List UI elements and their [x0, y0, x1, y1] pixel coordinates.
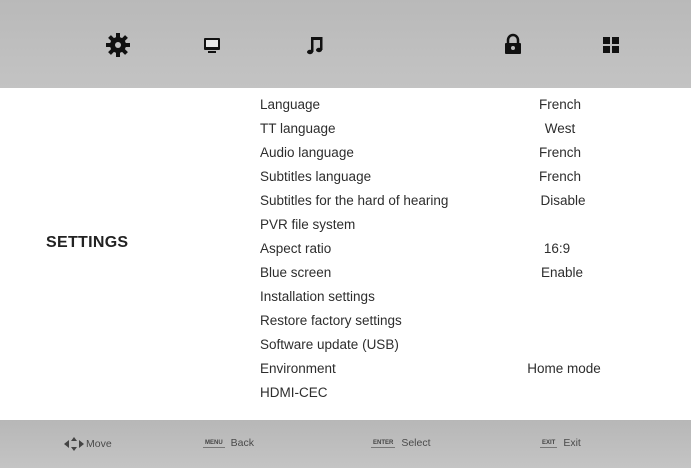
menu-item-label: Subtitles language [260, 169, 372, 184]
menu-item-subtitles-hard-of-hearing[interactable]: Subtitles for the hard of hearing Disabl… [0, 191, 691, 215]
dpad-arrows-icon [64, 437, 84, 451]
lock-icon [505, 33, 521, 54]
hint-move: Move [63, 437, 112, 451]
apps-grid-icon [603, 37, 619, 53]
tv-settings-screen: SETTINGS Language French TT language Wes… [0, 0, 691, 468]
menu-item-blue-screen[interactable]: Blue screen Enable [0, 263, 691, 287]
top-menu-bar [0, 0, 691, 88]
menu-item-value: Home mode [527, 361, 601, 376]
exit-key-icon: EXIT [540, 439, 558, 448]
menu-item-aspect-ratio[interactable]: Aspect ratio 16:9 [0, 239, 691, 263]
tab-picture[interactable] [197, 30, 227, 60]
enter-key-icon: ENTER [371, 439, 396, 448]
menu-item-value: French [538, 97, 582, 112]
hint-exit-label: Exit [563, 437, 581, 450]
menu-item-label: TT language [260, 121, 336, 136]
menu-item-label: Restore factory settings [260, 313, 402, 328]
tab-settings[interactable] [103, 30, 133, 60]
menu-item-hdmi-cec[interactable]: HDMI-CEC [0, 383, 691, 407]
menu-item-value: West [544, 121, 576, 136]
hint-move-label: Move [86, 438, 112, 450]
menu-item-audio-language[interactable]: Audio language French [0, 143, 691, 167]
menu-item-subtitles-language[interactable]: Subtitles language French [0, 167, 691, 191]
menu-item-installation-settings[interactable]: Installation settings [0, 287, 691, 311]
monitor-icon [204, 38, 220, 53]
tab-lock[interactable] [498, 30, 528, 60]
menu-item-value: 16:9 [543, 241, 571, 256]
menu-item-label: PVR file system [260, 217, 356, 232]
tab-apps[interactable] [596, 30, 626, 60]
gear-icon [106, 33, 130, 57]
menu-item-value: French [538, 169, 582, 184]
hint-exit: EXIT Exit [540, 437, 581, 451]
menu-item-label: Language [260, 97, 321, 112]
menu-item-label: Blue screen [260, 265, 332, 280]
menu-item-restore-factory-settings[interactable]: Restore factory settings [0, 311, 691, 335]
menu-item-label: Aspect ratio [260, 241, 332, 256]
menu-item-label: Environment [260, 361, 336, 376]
hint-back: MENU Back [203, 437, 254, 451]
bottom-hint-bar: Move MENU Back ENTER Select EXIT Exit [0, 420, 691, 468]
menu-key-icon: MENU [203, 439, 225, 448]
menu-item-environment[interactable]: Environment Home mode [0, 359, 691, 383]
menu-item-label: Audio language [260, 145, 354, 160]
menu-item-label: Installation settings [260, 289, 375, 304]
menu-item-pvr-file-system[interactable]: PVR file system [0, 215, 691, 239]
menu-item-value: Enable [540, 265, 584, 280]
music-note-icon [307, 37, 323, 55]
menu-item-software-update[interactable]: Software update (USB) [0, 335, 691, 359]
menu-item-value: French [538, 145, 582, 160]
hint-select: ENTER Select [371, 437, 431, 451]
menu-item-label: Subtitles for the hard of hearing [260, 193, 449, 208]
menu-item-tt-language[interactable]: TT language West [0, 119, 691, 143]
menu-item-value: Disable [540, 193, 586, 208]
tab-sound[interactable] [301, 30, 331, 60]
menu-item-language[interactable]: Language French [0, 95, 691, 119]
hint-select-label: Select [401, 437, 431, 450]
hint-back-label: Back [230, 437, 255, 450]
menu-item-label: HDMI-CEC [260, 385, 328, 400]
menu-item-label: Software update (USB) [260, 337, 399, 352]
